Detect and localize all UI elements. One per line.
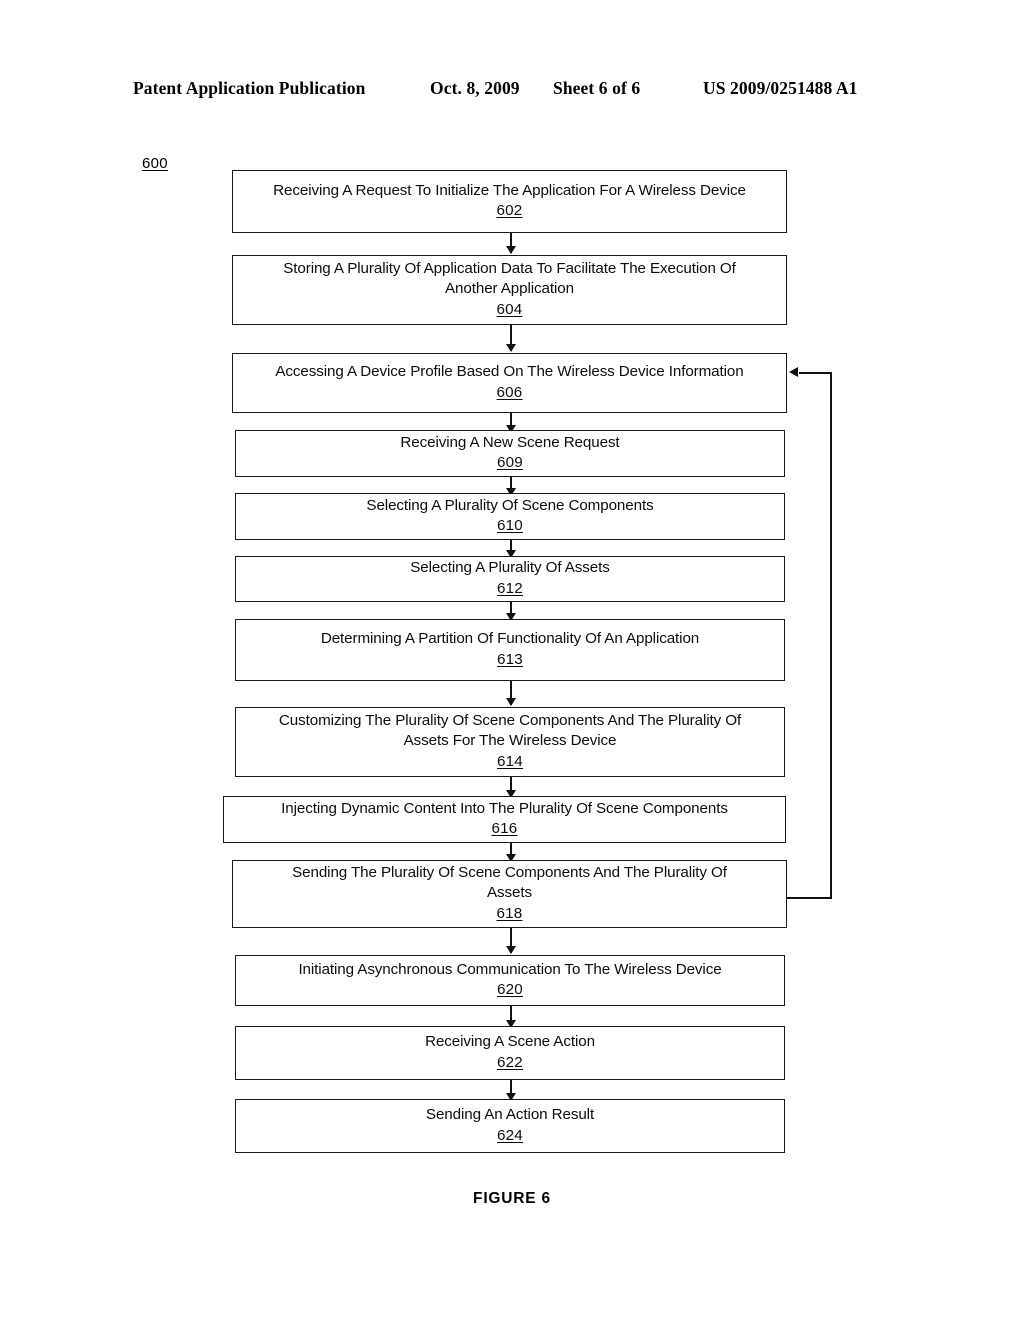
connector-612-613 bbox=[510, 602, 512, 620]
node-reference: 602 bbox=[496, 202, 523, 219]
node-reference: 624 bbox=[497, 1126, 523, 1144]
flowchart-node-604: Storing A Plurality Of Application Data … bbox=[232, 255, 787, 325]
flowchart-node-612: Selecting A Plurality Of Assets 612 bbox=[235, 556, 785, 602]
connector-614-616 bbox=[510, 777, 512, 797]
node-reference: 606 bbox=[496, 383, 523, 401]
node-reference: 612 bbox=[497, 579, 523, 597]
node-label: Accessing A Device Profile Based On The … bbox=[275, 363, 744, 380]
node-label: Customizing The Plurality Of Scene Compo… bbox=[278, 711, 742, 750]
node-reference: 614 bbox=[497, 752, 523, 770]
feedback-segment-horizontal-top bbox=[799, 372, 831, 374]
flowchart-600: Receiving A Request To Initialize The Ap… bbox=[0, 0, 1024, 1320]
node-label: Storing A Plurality Of Application Data … bbox=[283, 259, 736, 298]
node-reference: 622 bbox=[497, 1053, 523, 1071]
connector-622-624 bbox=[510, 1080, 512, 1100]
node-label: Sending The Plurality Of Scene Component… bbox=[292, 863, 727, 902]
node-label: Sending An Action Result bbox=[425, 1106, 595, 1123]
flowchart-node-609: Receiving A New Scene Request 609 bbox=[235, 430, 785, 477]
connector-618-620 bbox=[510, 928, 512, 953]
node-label: Selecting A Plurality Of Scene Component… bbox=[366, 496, 654, 514]
connector-602-604 bbox=[510, 233, 512, 253]
node-reference: 613 bbox=[497, 650, 523, 668]
feedback-segment-vertical bbox=[830, 372, 832, 899]
node-reference: 618 bbox=[496, 904, 523, 922]
node-reference: 609 bbox=[497, 454, 523, 471]
flowchart-node-622: Receiving A Scene Action 622 bbox=[235, 1026, 785, 1080]
feedback-arrowhead-into-606 bbox=[789, 367, 798, 377]
flowchart-node-614: Customizing The Plurality Of Scene Compo… bbox=[235, 707, 785, 777]
connector-620-622 bbox=[510, 1006, 512, 1027]
node-label: Initiating Asynchronous Communication To… bbox=[298, 960, 722, 978]
node-reference: 610 bbox=[497, 517, 523, 534]
feedback-segment-horizontal-bottom bbox=[787, 897, 832, 899]
connector-613-614 bbox=[510, 681, 512, 705]
flowchart-node-620: Initiating Asynchronous Communication To… bbox=[235, 955, 785, 1006]
node-reference: 620 bbox=[497, 981, 523, 998]
node-reference: 616 bbox=[491, 820, 518, 837]
connector-610-612 bbox=[510, 540, 512, 557]
flowchart-node-606: Accessing A Device Profile Based On The … bbox=[232, 353, 787, 413]
node-label: Receiving A New Scene Request bbox=[400, 433, 620, 451]
flowchart-node-602: Receiving A Request To Initialize The Ap… bbox=[232, 170, 787, 233]
node-label: Determining A Partition Of Functionality… bbox=[320, 630, 700, 647]
node-label: Receiving A Request To Initialize The Ap… bbox=[273, 181, 746, 199]
flowchart-node-610: Selecting A Plurality Of Scene Component… bbox=[235, 493, 785, 540]
flowchart-node-618: Sending The Plurality Of Scene Component… bbox=[232, 860, 787, 928]
connector-604-606 bbox=[510, 325, 512, 351]
node-label: Receiving A Scene Action bbox=[425, 1033, 595, 1050]
node-reference: 604 bbox=[496, 300, 523, 318]
node-label: Injecting Dynamic Content Into The Plura… bbox=[281, 799, 728, 817]
flowchart-node-613: Determining A Partition Of Functionality… bbox=[235, 619, 785, 681]
figure-caption: FIGURE 6 bbox=[473, 1190, 551, 1207]
connector-616-618 bbox=[510, 843, 512, 861]
node-label: Selecting A Plurality Of Assets bbox=[410, 559, 610, 576]
flowchart-node-624: Sending An Action Result 624 bbox=[235, 1099, 785, 1153]
flowchart-node-616: Injecting Dynamic Content Into The Plura… bbox=[223, 796, 786, 843]
